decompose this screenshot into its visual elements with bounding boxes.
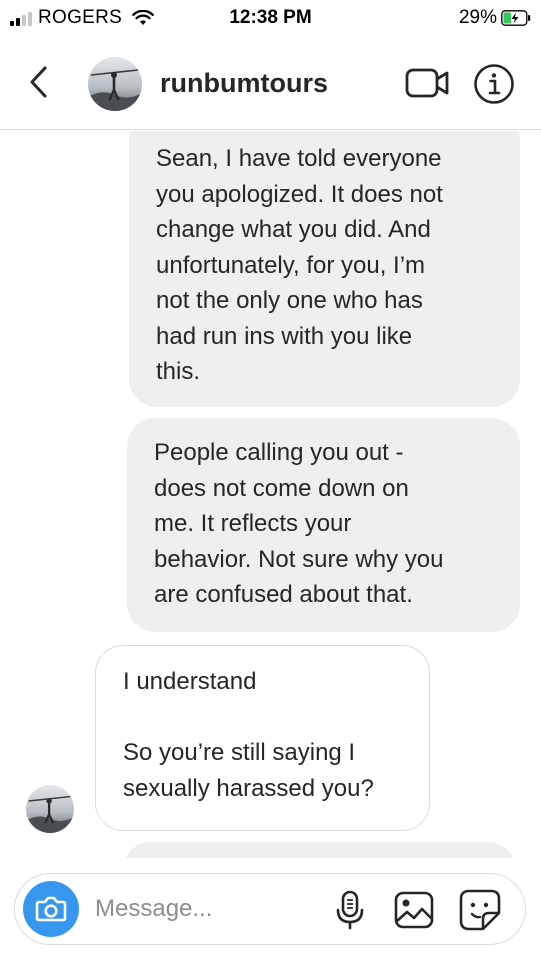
back-chevron-icon[interactable]: [26, 64, 52, 100]
message-composer: [14, 873, 526, 945]
status-bar: ROGERS 12:38 PM 29%: [0, 0, 541, 36]
camera-icon: [35, 896, 67, 922]
sent-message-bubble[interactable]: People calling you out - does not come d…: [127, 418, 520, 632]
chat-header: runbumtours: [0, 36, 541, 130]
avatar[interactable]: [88, 57, 142, 111]
info-icon[interactable]: [473, 63, 515, 105]
camera-button[interactable]: [23, 881, 79, 937]
battery-group: 29%: [459, 7, 531, 29]
microphone-icon[interactable]: [335, 890, 365, 930]
received-message-bubble[interactable]: I understand So you’re still saying I se…: [95, 645, 430, 831]
video-camera-icon[interactable]: [405, 65, 451, 101]
message-thread[interactable]: Sean, I have told everyone you apologize…: [0, 131, 541, 858]
battery-percent: 29%: [458, 7, 497, 28]
gallery-icon[interactable]: [394, 891, 434, 929]
sender-avatar[interactable]: [26, 785, 74, 833]
sent-message-bubble[interactable]: [123, 842, 516, 858]
sent-message-bubble[interactable]: Sean, I have told everyone you apologize…: [129, 131, 520, 407]
profile-photo-icon: [88, 57, 142, 111]
sticker-icon[interactable]: [459, 889, 501, 931]
battery-charging-icon: [501, 10, 531, 26]
chat-username[interactable]: runbumtours: [160, 68, 328, 99]
message-input[interactable]: [95, 893, 315, 925]
profile-photo-icon: [26, 785, 74, 833]
